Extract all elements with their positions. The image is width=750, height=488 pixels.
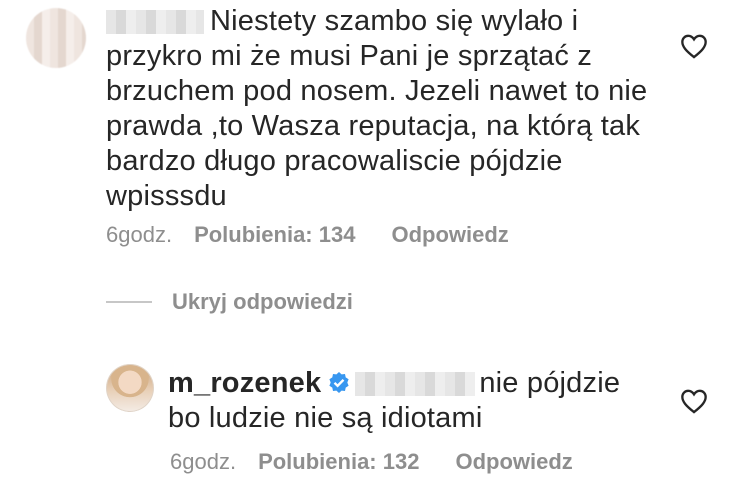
reply-meta: 6godz. Polubienia: 132 Odpowiedz <box>170 449 573 475</box>
blurred-avatar[interactable] <box>26 8 86 68</box>
hide-replies-button[interactable]: Ukryj odpowiedzi <box>106 289 353 315</box>
heart-icon[interactable] <box>680 388 708 414</box>
reply-time: 6godz. <box>170 449 237 474</box>
reply-text: m_rozenek nie pójdzie bo ludzie nie są id… <box>168 367 621 434</box>
likes-count[interactable]: Polubienia: 132 <box>258 449 419 475</box>
comment-text: Niestety szambo się wylało i przykro mi … <box>106 5 648 212</box>
likes-count[interactable]: Polubienia: 134 <box>194 222 355 248</box>
avatar[interactable] <box>106 364 154 412</box>
comment-meta: 6godz. Polubienia: 134 Odpowiedz <box>106 222 509 248</box>
verified-badge-icon <box>329 372 349 393</box>
comment-time: 6godz. <box>106 222 173 247</box>
blurred-username[interactable] <box>106 10 204 34</box>
blurred-mention[interactable] <box>355 372 476 396</box>
heart-icon[interactable] <box>680 33 708 59</box>
hide-replies-label: Ukryj odpowiedzi <box>172 289 353 314</box>
username[interactable]: m_rozenek <box>168 367 321 399</box>
divider-line <box>106 301 152 303</box>
reply-button[interactable]: Odpowiedz <box>391 222 508 248</box>
reply-button[interactable]: Odpowiedz <box>455 449 572 475</box>
